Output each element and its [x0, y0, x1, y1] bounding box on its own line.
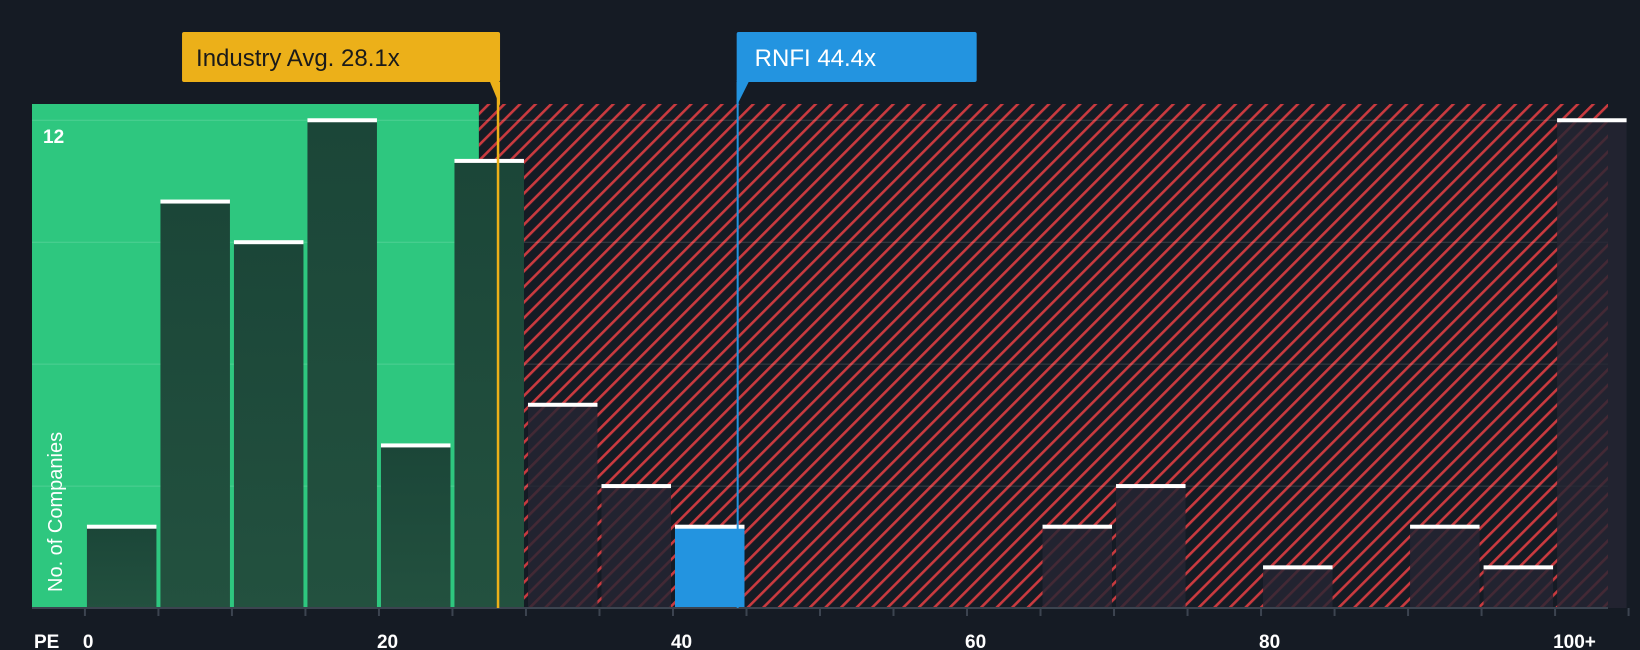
- histogram-bar: [454, 160, 524, 608]
- y-axis-label: No. of Companies: [45, 432, 67, 592]
- company-pe-pointer: [736, 82, 749, 106]
- histogram-bar: [307, 120, 377, 609]
- x-axis: 0 20 40 60 80 100+: [32, 607, 1630, 650]
- bar-cap: [1483, 565, 1554, 570]
- bar-cap: [1263, 565, 1333, 570]
- bar-cap: [454, 158, 524, 163]
- histogram-bar: [380, 445, 451, 608]
- bar-cap: [527, 402, 598, 407]
- x-tick-label: 60: [965, 632, 986, 650]
- x-tick-label: 40: [671, 632, 692, 650]
- histogram-bar: [1116, 486, 1186, 608]
- bar-cap: [1557, 118, 1627, 123]
- x-tick-label: 0: [83, 632, 94, 650]
- histogram-bar: [86, 526, 157, 608]
- chart-canvas: 0 20 40 60 80 100+ Industry Avg. 28.1x RNFI 44…: [32, 32, 1630, 650]
- histogram-bar: [527, 404, 598, 608]
- bar-cap: [1116, 484, 1186, 489]
- histogram-bar: [1263, 567, 1333, 608]
- bar-cap: [233, 240, 304, 245]
- bar-cap: [307, 118, 377, 123]
- histogram-bar: [601, 486, 671, 608]
- bar-cap: [380, 443, 451, 448]
- x-tick-label: 20: [377, 632, 398, 650]
- y-max-label: 12: [43, 127, 64, 148]
- bar-cap: [601, 484, 671, 489]
- bar-cap: [674, 524, 745, 529]
- bar-cap: [160, 199, 230, 204]
- bar-cap: [86, 524, 157, 529]
- histogram-bar: [1483, 567, 1554, 608]
- company-bar: [674, 526, 745, 608]
- x-axis-title: PE: [34, 632, 59, 650]
- x-tick-label: 80: [1259, 632, 1280, 650]
- x-tick-label: 100+: [1553, 632, 1596, 650]
- histogram-bar: [160, 201, 230, 608]
- industry-avg-label: Industry Avg. 28.1x: [196, 45, 400, 72]
- histogram-bar: [1557, 120, 1627, 609]
- histogram-bar: [1410, 526, 1480, 608]
- histogram-bar: [233, 242, 304, 608]
- pe-distribution-chart: 0 20 40 60 80 100+ Industry Avg. 28.1x RNFI 44…: [0, 0, 1640, 650]
- histogram-bar: [1042, 526, 1113, 608]
- bar-cap: [1410, 524, 1480, 529]
- company-pe-label: RNFI 44.4x: [755, 45, 876, 72]
- bar-cap: [1042, 524, 1113, 529]
